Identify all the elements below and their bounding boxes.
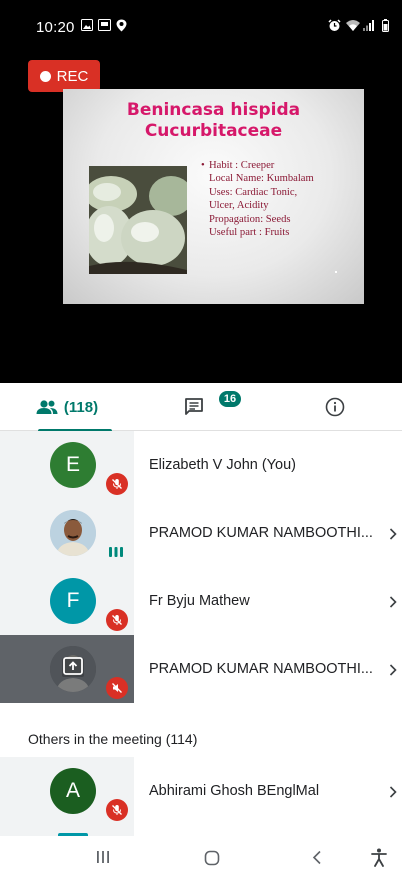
home-icon[interactable] xyxy=(204,850,220,866)
slide-line: Ulcer, Acidity xyxy=(209,200,269,212)
slide-subtitle: Cucurbitaceae xyxy=(144,121,283,141)
participant-tile: E xyxy=(0,431,134,499)
record-dot-icon xyxy=(39,70,51,82)
participant-row[interactable]: PRAMOD KUMAR NAMBOOTHI... xyxy=(0,635,402,703)
system-nav-bar xyxy=(0,836,402,870)
battery-icon xyxy=(382,19,389,32)
present-screen-icon xyxy=(63,657,83,675)
avatar-photo xyxy=(50,510,96,556)
participant-row[interactable]: PRAMOD KUMAR NAMBOOTHI... xyxy=(0,499,402,567)
slide-pointer xyxy=(335,271,337,273)
image-notification-icon xyxy=(98,19,111,31)
avatar: A xyxy=(50,768,96,814)
participant-tile-partial xyxy=(0,825,134,836)
participant-name: Fr Byju Mathew xyxy=(149,593,250,609)
participant-row[interactable]: E Elizabeth V John (You) xyxy=(0,431,402,499)
info-icon xyxy=(325,397,345,417)
participant-name: PRAMOD KUMAR NAMBOOTHI... xyxy=(149,661,373,677)
participant-row[interactable]: F Fr Byju Mathew xyxy=(0,567,402,635)
participant-tile xyxy=(0,499,134,567)
wifi-icon xyxy=(346,20,360,31)
mic-off-icon xyxy=(106,677,128,699)
presenting-tile xyxy=(0,635,134,703)
participant-name: Elizabeth V John (You) xyxy=(149,457,296,473)
chat-unread-badge: 16 xyxy=(219,391,241,407)
tab-people[interactable]: (118) xyxy=(0,383,134,432)
avatar-initial: A xyxy=(65,779,80,802)
mic-off-icon xyxy=(106,473,128,495)
chevron-right-icon[interactable] xyxy=(389,528,397,540)
recording-label: REC xyxy=(56,67,89,85)
slide-line: Uses: Cardiac Tonic, xyxy=(209,186,298,198)
presentation-slide: Benincasa hispida Cucurbitaceae • Habit … xyxy=(63,89,364,304)
ash-gourd-photo xyxy=(89,166,187,274)
video-area[interactable]: 10:20 REC Benincasa hispida Cucurbitacea… xyxy=(0,0,402,383)
avatar-initial: E xyxy=(65,453,80,476)
mic-off-icon xyxy=(106,799,128,821)
participant-name: Abhirami Ghosh BEnglMal xyxy=(149,783,320,799)
avatar-initial: F xyxy=(66,589,80,612)
chevron-right-icon[interactable] xyxy=(389,664,397,676)
slide-title: Benincasa hispida xyxy=(126,100,301,120)
location-icon xyxy=(116,19,127,32)
recording-badge: REC xyxy=(28,60,100,92)
slide-bullets: • Habit : Creeper Local Name: Kumbalam U… xyxy=(201,159,314,239)
people-count: (118) xyxy=(63,398,99,416)
participant-row[interactable]: A Abhirami Ghosh BEnglMal xyxy=(0,757,402,825)
slide-line: Habit : Creeper xyxy=(209,160,275,171)
chevron-right-icon[interactable] xyxy=(389,596,397,608)
gallery-notification-icon xyxy=(81,19,93,31)
others-heading: Others in the meeting (114) xyxy=(28,731,198,747)
signal-icon xyxy=(363,20,374,31)
participant-name: PRAMOD KUMAR NAMBOOTHI... xyxy=(149,525,373,541)
chat-icon xyxy=(185,398,203,415)
back-icon[interactable] xyxy=(312,850,322,865)
recent-apps-icon[interactable] xyxy=(96,850,110,864)
speaking-indicator-icon xyxy=(109,547,123,557)
accessibility-icon[interactable] xyxy=(371,848,387,867)
avatar: E xyxy=(50,442,96,488)
tab-chat[interactable] xyxy=(134,383,268,431)
tab-info[interactable] xyxy=(268,383,402,431)
avatar: F xyxy=(50,578,96,624)
chevron-right-icon[interactable] xyxy=(389,786,397,798)
slide-line: Propagation: Seeds xyxy=(209,213,291,225)
alarm-icon xyxy=(328,19,341,31)
participant-tile: A xyxy=(0,757,134,825)
slide-line: Local Name: Kumbalam xyxy=(209,173,314,185)
status-time: 10:20 xyxy=(36,19,75,36)
slide-line: Useful part : Fruits xyxy=(209,227,290,239)
people-icon xyxy=(36,400,58,414)
mic-off-icon xyxy=(106,609,128,631)
participant-tile: F xyxy=(0,567,134,635)
bullet-marker: • xyxy=(201,160,205,171)
meeting-tabs: (118) 16 xyxy=(0,383,402,432)
status-bar: 10:20 xyxy=(0,0,402,54)
